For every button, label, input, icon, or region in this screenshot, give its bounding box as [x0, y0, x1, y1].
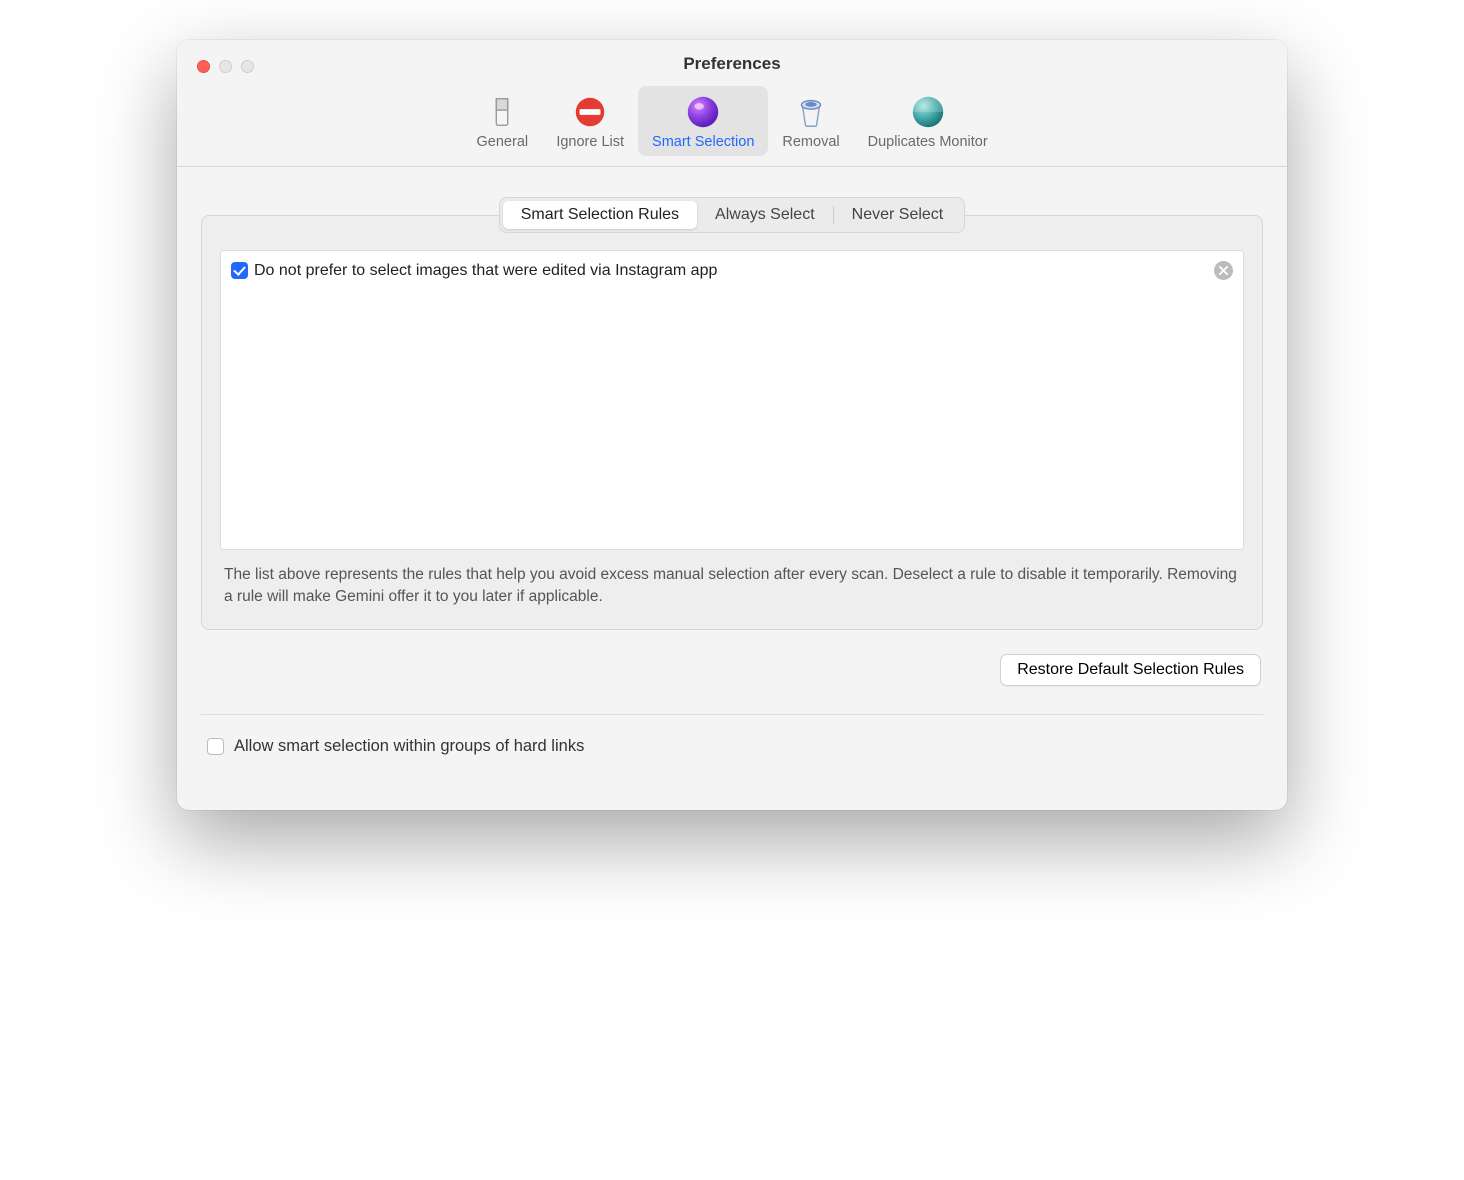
restore-defaults-button[interactable]: Restore Default Selection Rules: [1000, 654, 1261, 686]
close-icon: [1219, 266, 1228, 275]
rules-list[interactable]: Do not prefer to select images that were…: [220, 250, 1244, 550]
close-icon[interactable]: [197, 60, 210, 73]
rule-checkbox[interactable]: [231, 262, 248, 279]
window-controls: [197, 60, 254, 73]
hardlinks-label: Allow smart selection within groups of h…: [234, 737, 584, 756]
rules-panel: Do not prefer to select images that were…: [201, 215, 1263, 630]
content-area: Smart Selection Rules Always Select Neve…: [177, 167, 1287, 810]
tab-ignore-list[interactable]: Ignore List: [542, 86, 638, 156]
preferences-toolbar: General Ignore List: [177, 80, 1287, 167]
no-entry-icon: [570, 92, 610, 132]
preferences-window: Preferences General Ignore List: [177, 40, 1287, 810]
tab-label: Removal: [782, 134, 839, 150]
seg-smart-selection-rules[interactable]: Smart Selection Rules: [503, 201, 697, 229]
window-title: Preferences: [177, 54, 1287, 80]
zoom-icon[interactable]: [241, 60, 254, 73]
tab-label: General: [477, 134, 529, 150]
hardlinks-checkbox[interactable]: [207, 738, 224, 755]
rule-row: Do not prefer to select images that were…: [231, 259, 1233, 282]
seg-always-select[interactable]: Always Select: [697, 201, 833, 229]
trash-icon: [791, 92, 831, 132]
rule-text: Do not prefer to select images that were…: [254, 262, 1208, 280]
segmented-control: Smart Selection Rules Always Select Neve…: [499, 197, 965, 233]
monitor-icon: [908, 92, 948, 132]
tab-duplicates-monitor[interactable]: Duplicates Monitor: [854, 86, 1002, 156]
tab-label: Smart Selection: [652, 134, 754, 150]
tab-smart-selection[interactable]: Smart Selection: [638, 86, 768, 156]
tab-label: Duplicates Monitor: [868, 134, 988, 150]
titlebar: Preferences General Ignore List: [177, 40, 1287, 167]
tab-label: Ignore List: [556, 134, 624, 150]
tab-removal[interactable]: Removal: [768, 86, 853, 156]
remove-rule-button[interactable]: [1214, 261, 1233, 280]
seg-never-select[interactable]: Never Select: [834, 201, 962, 229]
rules-help-text: The list above represents the rules that…: [220, 550, 1244, 611]
minimize-icon[interactable]: [219, 60, 232, 73]
hardlinks-option: Allow smart selection within groups of h…: [201, 715, 1263, 786]
tab-general[interactable]: General: [462, 86, 542, 156]
sphere-icon: [683, 92, 723, 132]
general-icon: [482, 92, 522, 132]
